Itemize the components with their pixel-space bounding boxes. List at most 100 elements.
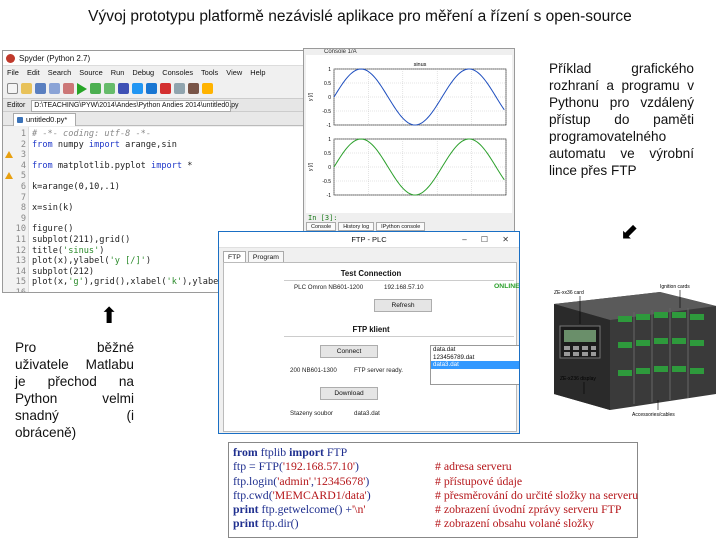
preferences-icon[interactable] (188, 83, 199, 94)
code-line: title('sinus') (32, 245, 105, 256)
code-comment: # zobrazení úvodní zprávy serveru FTP (435, 502, 622, 517)
test-connection-heading: Test Connection (340, 269, 402, 278)
save-icon[interactable] (35, 83, 46, 94)
refresh-button[interactable]: Refresh (374, 299, 432, 312)
window-controls[interactable]: – ☐ ✕ (462, 232, 515, 248)
plc-caption: Ignition cards (660, 284, 690, 290)
code-line: plot(x,'g'),grid(),xlabel('k'),ylabel(' (32, 277, 234, 288)
line-number: 8 (20, 203, 26, 214)
ftp-window: FTP - PLC – ☐ ✕ FTP Program Test Connect… (218, 231, 520, 434)
debug-icon[interactable] (118, 83, 129, 94)
line-number: 15 (15, 277, 26, 288)
editor-path-field[interactable]: D:\TEACHING\PYW\2014\Andes\Python Andies… (31, 100, 239, 112)
stop-icon[interactable] (160, 83, 171, 94)
code-statement: print ftp.getwelcome() +'\n' (233, 502, 366, 517)
menu-view[interactable]: View (226, 68, 242, 77)
plc-caption: ZE-xx36 card (554, 290, 584, 296)
menu-help[interactable]: Help (250, 68, 265, 77)
y-tick-label: -0.5 (322, 109, 331, 115)
tab-ipython-console[interactable]: IPython console (376, 222, 426, 231)
y-tick-label: -1 (327, 193, 332, 199)
print-icon[interactable] (63, 83, 74, 94)
line-number: 1 (20, 129, 26, 139)
editor-pathbar: Editor D:\TEACHING\PYW\2014\Andes\Python… (3, 99, 311, 112)
save-all-icon[interactable] (49, 83, 60, 94)
menu-search[interactable]: Search (48, 68, 71, 77)
open-folder-icon[interactable] (21, 83, 32, 94)
spyder-title: Spyder (Python 2.7) (19, 54, 91, 63)
step-into-icon[interactable] (146, 83, 157, 94)
ftp-titlebar: FTP - PLC – ☐ ✕ (219, 232, 519, 248)
warning-icon[interactable] (5, 172, 13, 180)
download-button[interactable]: Download (320, 387, 378, 400)
plc-caption: ZE-x236 display (560, 376, 596, 382)
console-prompt[interactable]: In [3]: (308, 214, 338, 222)
file-listbox[interactable]: data.dat 123456789.dat data3.dat (430, 345, 519, 385)
divider (284, 280, 514, 281)
code-statement: from ftplib import FTP (233, 445, 348, 459)
code-line: ftp.login('admin','12345678') # přístupo… (233, 474, 633, 488)
tab-console[interactable]: Console (306, 222, 337, 231)
run-selection-icon[interactable] (104, 83, 115, 94)
plot-title: sinus (414, 62, 427, 68)
new-file-icon[interactable] (7, 83, 18, 94)
code-line: plot(x),ylabel('y [/]') (32, 256, 152, 267)
menu-consoles[interactable]: Consoles (162, 68, 193, 77)
spyder-toolbar (3, 79, 311, 99)
file-item[interactable]: 123456789.dat (431, 354, 519, 362)
plot-window: Console 1/A 1 0.5 0 -0.5 -1 y [/] sinus 1 0.5 0 -0… (303, 48, 515, 232)
code-line: from numpy import arange,sin (32, 139, 177, 150)
code-line: from ftplib import FTP (233, 445, 633, 459)
y-tick-label: 1 (328, 137, 331, 143)
menu-source[interactable]: Source (79, 68, 102, 77)
file-item[interactable]: data.dat (431, 346, 519, 354)
ftp-client-heading: FTP klient (352, 325, 390, 334)
ftp-title: FTP - PLC (351, 235, 387, 244)
editor-tabbar: untitled0.py* (3, 112, 311, 126)
editor-tab[interactable]: untitled0.py* (13, 113, 77, 126)
line-number: 7 (20, 192, 26, 203)
description-right: Příklad grafického rozhraní a programu v… (549, 61, 694, 178)
code-line: # -*- coding: utf-8 -*- (32, 129, 151, 139)
menu-file[interactable]: File (7, 68, 19, 77)
menu-edit[interactable]: Edit (27, 68, 40, 77)
code-line: ftp.cwd('MEMCARD1/data') # přesměrování … (233, 488, 638, 502)
line-number: 12 (15, 245, 26, 256)
tab-history-log[interactable]: History log (338, 222, 375, 231)
tab-program[interactable]: Program (247, 251, 284, 262)
menu-debug[interactable]: Debug (132, 68, 154, 77)
divider (284, 336, 514, 337)
line-number: 14 (15, 266, 26, 277)
maximize-icon[interactable] (174, 83, 185, 94)
code-line: subplot(211),grid() (32, 234, 131, 245)
saved-file-value: data3.dat (354, 410, 380, 417)
line-number: 2 (20, 139, 26, 150)
step-icon[interactable] (132, 83, 143, 94)
run-icon[interactable] (77, 82, 87, 95)
y-tick-label: 0 (328, 165, 331, 171)
code-statement: ftp.login('admin','12345678') (233, 473, 370, 488)
code-comment: # adresa serveru (435, 459, 512, 474)
warning-icon[interactable] (5, 151, 13, 159)
code-statement: ftp = FTP('192.168.57.10') (233, 459, 359, 474)
menu-tools[interactable]: Tools (201, 68, 218, 77)
python-path-icon[interactable] (202, 83, 213, 94)
y-tick-label: 0.5 (324, 81, 331, 87)
menu-run[interactable]: Run (111, 68, 125, 77)
code-statement: print ftp.dir() (233, 516, 299, 531)
line-number: 6 (20, 181, 26, 192)
spyder-menubar: File Edit Search Source Run Debug Consol… (3, 66, 311, 79)
connect-button[interactable]: Connect (320, 345, 378, 358)
plc-caption: Accessories/cables (632, 412, 675, 418)
y-tick-label: -1 (327, 123, 332, 129)
run-cell-icon[interactable] (90, 83, 101, 94)
code-text[interactable]: # -*- coding: utf-8 -*- from numpy import… (29, 127, 234, 292)
file-item-selected[interactable]: data3.dat (431, 361, 519, 369)
plc-ip: 192.168.57.10 (384, 284, 424, 291)
plc-label: PLC Omron NB601-1200 (294, 284, 364, 291)
y-tick-label: 0 (328, 95, 331, 101)
tab-ftp[interactable]: FTP (223, 251, 246, 262)
ftp-code-snippet: from ftplib import FTP ftp = FTP('192.16… (228, 442, 638, 538)
